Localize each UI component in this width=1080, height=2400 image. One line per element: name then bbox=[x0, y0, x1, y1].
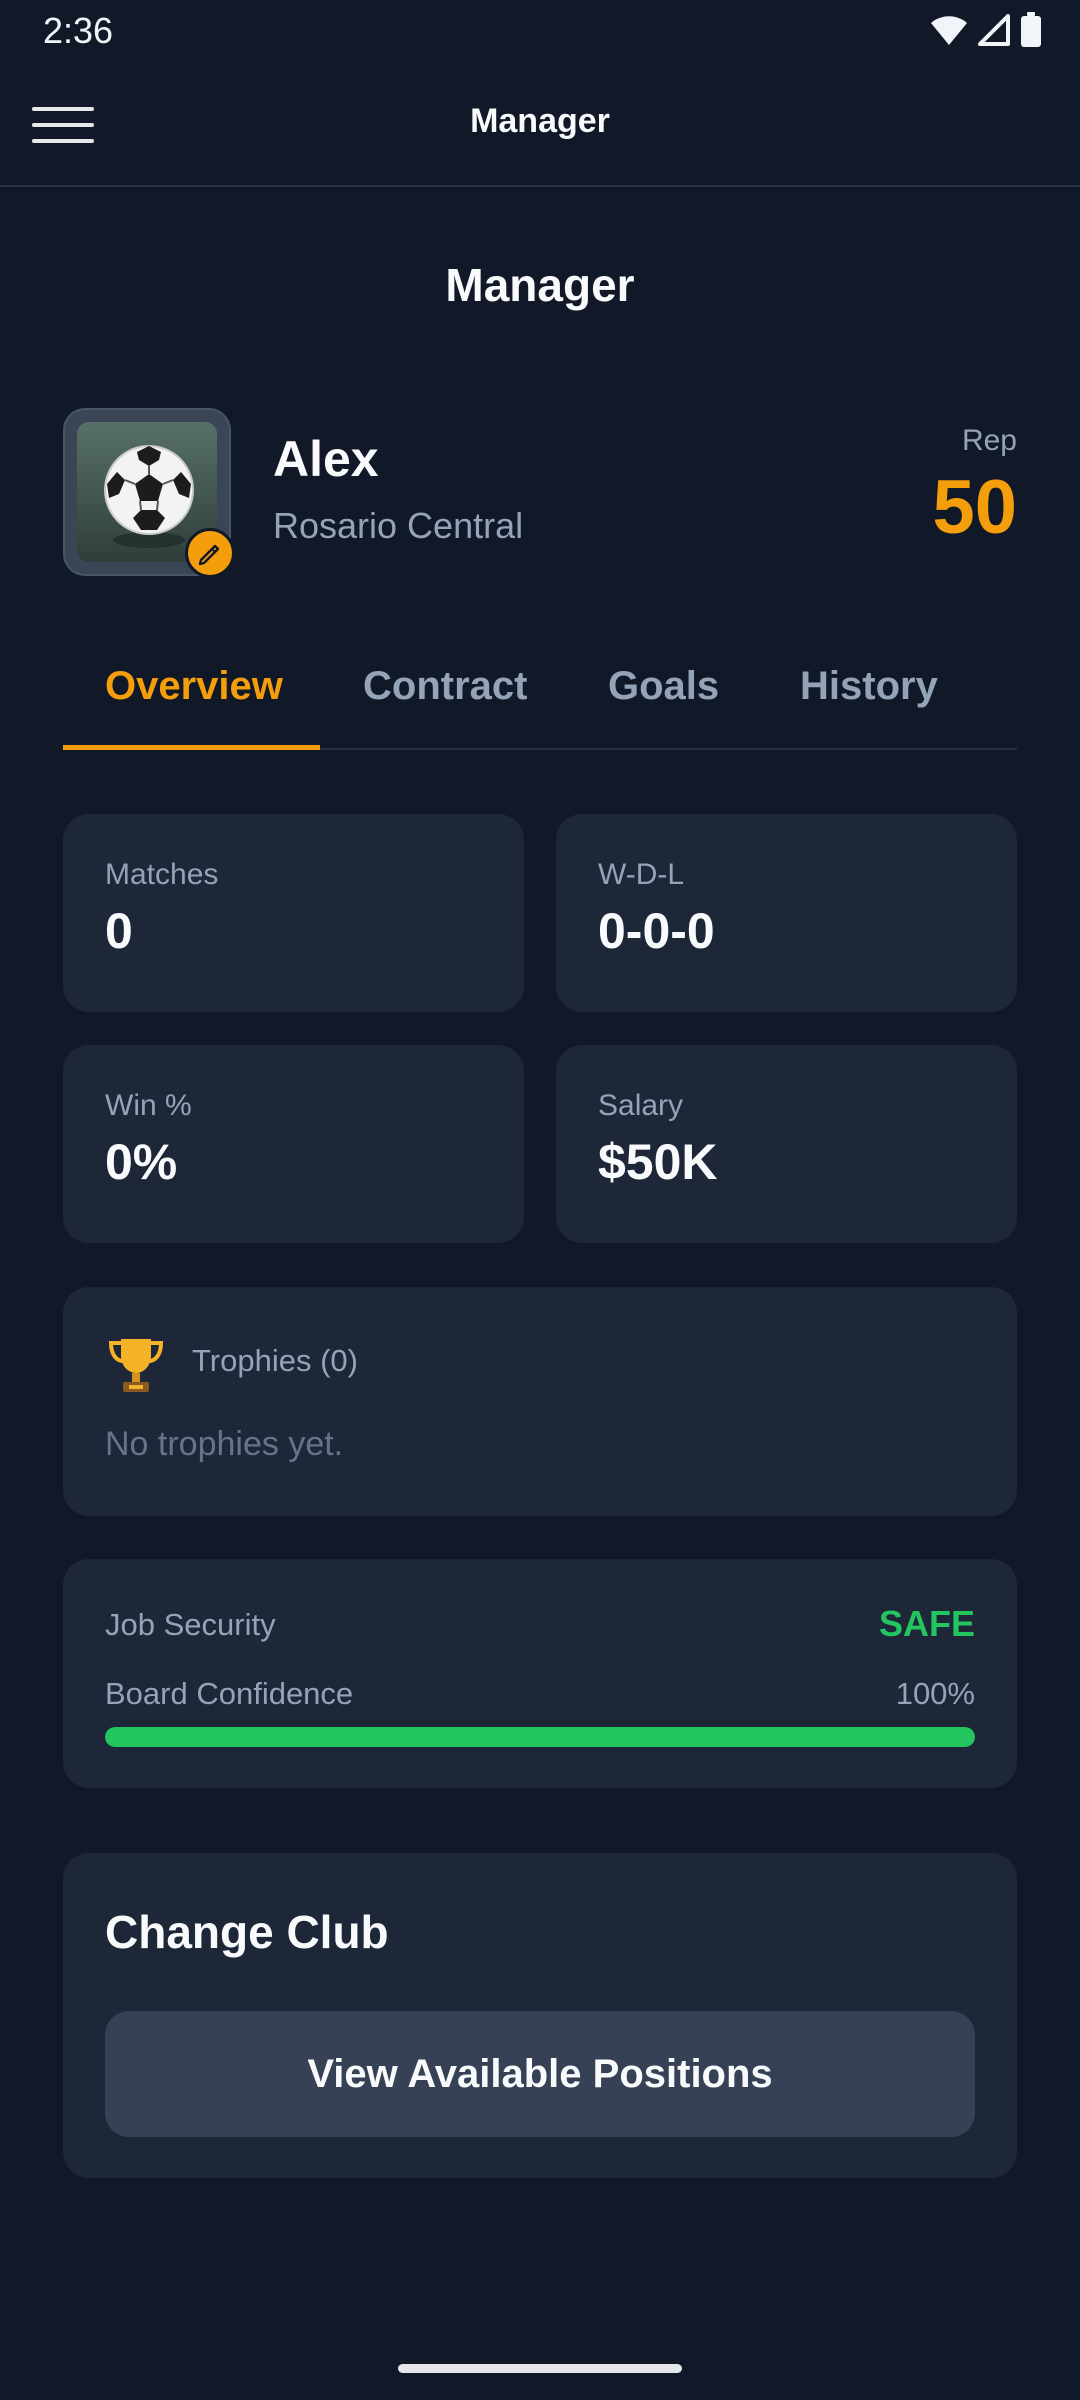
stat-label: Matches bbox=[105, 858, 219, 891]
battery-icon bbox=[1021, 12, 1041, 47]
stat-value: $50K bbox=[598, 1134, 718, 1190]
status-bar: 2:36 bbox=[0, 0, 1080, 62]
board-confidence-value: 100% bbox=[895, 1676, 975, 1711]
board-confidence-fill bbox=[105, 1727, 975, 1747]
manager-name: Alex bbox=[273, 431, 379, 487]
stat-card-win-percent: Win % 0% bbox=[63, 1045, 524, 1243]
job-security-status: SAFE bbox=[878, 1603, 975, 1644]
stat-value: 0% bbox=[105, 1134, 178, 1190]
tab-overview[interactable]: Overview bbox=[105, 664, 283, 709]
job-security-card: Job Security SAFE Board Confidence 100% bbox=[63, 1559, 1017, 1788]
home-indicator[interactable] bbox=[398, 2364, 682, 2373]
job-security-label: Job Security bbox=[105, 1607, 276, 1642]
stat-value: 0 bbox=[105, 903, 133, 959]
page-title: Manager bbox=[445, 259, 635, 311]
reputation-value: 50 bbox=[932, 465, 1017, 550]
stat-label: Salary bbox=[598, 1089, 684, 1122]
tab-bar: Overview Contract Goals History bbox=[63, 650, 1017, 750]
active-tab-indicator bbox=[63, 745, 320, 750]
stat-card-salary: Salary $50K bbox=[556, 1045, 1017, 1243]
tab-goals[interactable]: Goals bbox=[608, 664, 719, 709]
manager-club: Rosario Central bbox=[273, 505, 524, 546]
board-confidence-bar bbox=[105, 1727, 975, 1747]
status-icons bbox=[930, 12, 1042, 48]
trophy-icon bbox=[108, 1339, 164, 1392]
stat-card-wdl: W-D-L 0-0-0 bbox=[556, 814, 1017, 1012]
trophies-empty-text: No trophies yet. bbox=[105, 1425, 344, 1463]
stat-value: 0-0-0 bbox=[598, 903, 715, 959]
stat-card-matches: Matches 0 bbox=[63, 814, 524, 1012]
change-club-card: Change Club View Available Positions bbox=[63, 1853, 1017, 2178]
edit-badge-icon[interactable] bbox=[185, 528, 235, 578]
cellular-signal-icon bbox=[978, 14, 1010, 46]
stat-label: W-D-L bbox=[598, 858, 685, 891]
stat-label: Win % bbox=[105, 1089, 192, 1122]
trophies-title: Trophies (0) bbox=[192, 1343, 358, 1378]
tab-history[interactable]: History bbox=[800, 664, 938, 709]
tab-contract[interactable]: Contract bbox=[363, 664, 527, 709]
board-confidence-label: Board Confidence bbox=[105, 1676, 354, 1711]
status-time: 2:36 bbox=[43, 10, 114, 51]
app-bar: Manager bbox=[0, 62, 1080, 187]
wifi-icon bbox=[931, 16, 967, 45]
trophies-card: Trophies (0) No trophies yet. bbox=[63, 1287, 1017, 1516]
view-available-positions-button[interactable]: View Available Positions bbox=[105, 2011, 975, 2137]
change-club-title: Change Club bbox=[105, 1906, 389, 1958]
app-bar-title: Manager bbox=[470, 102, 610, 140]
reputation-label: Rep bbox=[961, 424, 1017, 457]
manager-avatar[interactable] bbox=[63, 408, 235, 578]
